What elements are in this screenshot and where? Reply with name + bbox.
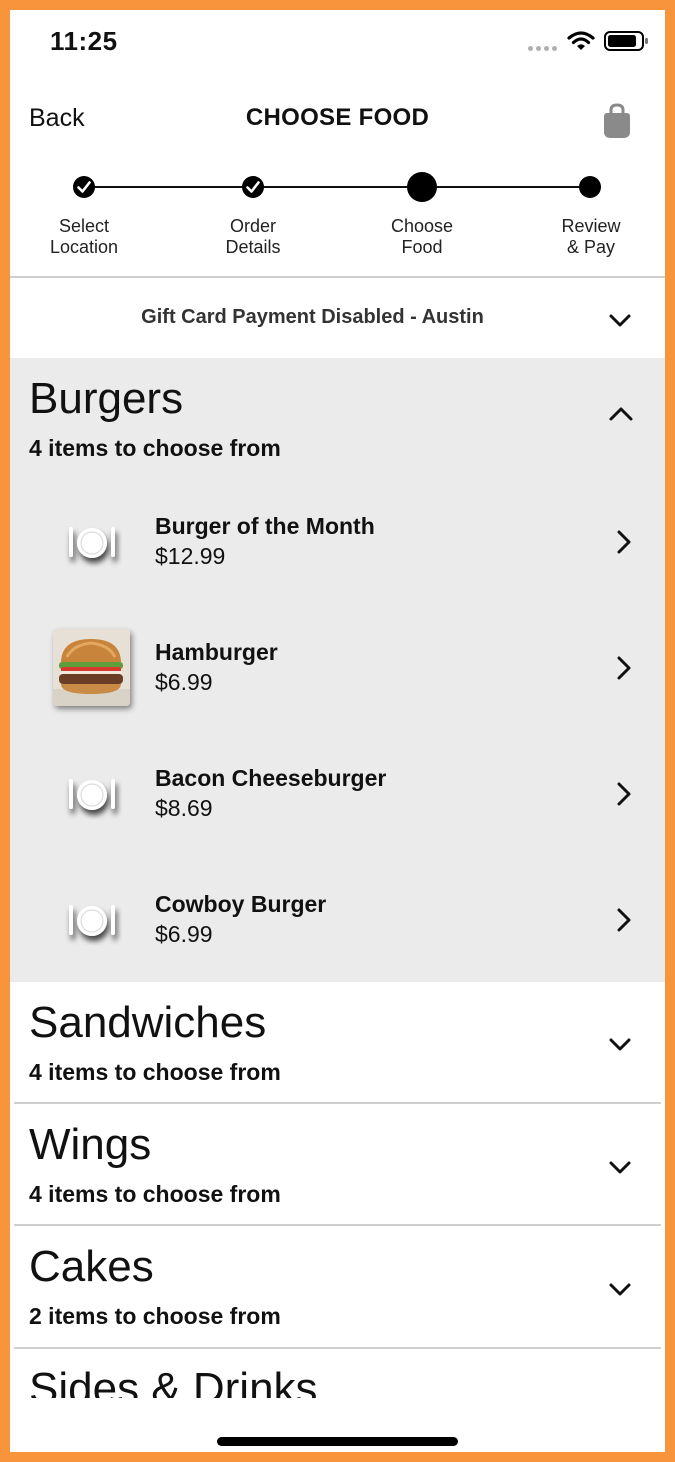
status-time: 11:25 <box>50 26 118 56</box>
step-label-order-details: Order Details <box>225 216 281 257</box>
item-price: $6.99 <box>155 669 213 695</box>
chevron-down-icon[interactable] <box>608 1279 632 1299</box>
plate-cutlery-icon <box>69 779 115 810</box>
step-review-pay-dot <box>579 176 601 198</box>
item-price: $12.99 <box>155 543 226 569</box>
stepper-line <box>85 186 590 188</box>
cellular-signal-icon <box>528 46 557 51</box>
category-subtitle-wings: 4 items to choose from <box>29 1181 281 1207</box>
step-label-select-location: Select Location <box>49 216 119 257</box>
chevron-right-icon <box>617 782 631 806</box>
category-title-sides-drinks: Sides & Drinks <box>29 1364 318 1398</box>
chevron-right-icon <box>617 656 631 680</box>
category-title-burgers[interactable]: Burgers <box>29 374 183 424</box>
shopping-bag-icon[interactable] <box>602 102 632 140</box>
category-divider <box>14 1347 661 1349</box>
app-screen: 11:25 Back CHOOSE FOOD Select Location Or… <box>10 10 665 1452</box>
item-name: Burger of the Month <box>155 513 375 539</box>
location-label: Gift Card Payment Disabled - Austin <box>141 306 484 328</box>
item-name: Hamburger <box>155 639 278 665</box>
step-label-review-pay: Review & Pay <box>561 216 621 257</box>
wifi-icon <box>567 31 595 50</box>
category-subtitle-sandwiches: 4 items to choose from <box>29 1059 281 1085</box>
step-order-details-done-icon <box>242 176 264 198</box>
category-title-wings[interactable]: Wings <box>29 1120 151 1170</box>
location-selector[interactable]: Gift Card Payment Disabled - Austin <box>10 278 665 358</box>
chevron-right-icon <box>617 908 631 932</box>
step-choose-food-current-dot <box>407 172 437 202</box>
category-subtitle-burgers: 4 items to choose from <box>29 435 281 461</box>
page-title: CHOOSE FOOD <box>245 104 430 131</box>
item-name: Cowboy Burger <box>155 891 327 917</box>
battery-icon <box>604 31 648 51</box>
category-title-sandwiches[interactable]: Sandwiches <box>29 998 266 1048</box>
chevron-right-icon <box>617 530 631 554</box>
chevron-down-icon[interactable] <box>608 310 632 330</box>
category-sides-drinks[interactable]: Sides & Drinks <box>10 1360 665 1398</box>
plate-cutlery-icon <box>69 527 115 558</box>
category-title-cakes[interactable]: Cakes <box>29 1242 154 1292</box>
category-subtitle-cakes: 2 items to choose from <box>29 1303 281 1329</box>
plate-cutlery-icon <box>69 905 115 936</box>
step-label-choose-food: Choose Food <box>390 216 454 257</box>
category-divider <box>14 1102 661 1104</box>
chevron-down-icon[interactable] <box>608 1157 632 1177</box>
item-price: $6.99 <box>155 921 213 947</box>
item-name: Bacon Cheeseburger <box>155 765 387 791</box>
hamburger-photo <box>53 629 130 706</box>
item-price: $8.69 <box>155 795 213 821</box>
chevron-down-icon[interactable] <box>608 1034 632 1054</box>
category-divider <box>14 1224 661 1226</box>
step-select-location-done-icon <box>73 176 95 198</box>
chevron-up-icon[interactable] <box>608 404 634 424</box>
home-indicator <box>217 1437 458 1446</box>
